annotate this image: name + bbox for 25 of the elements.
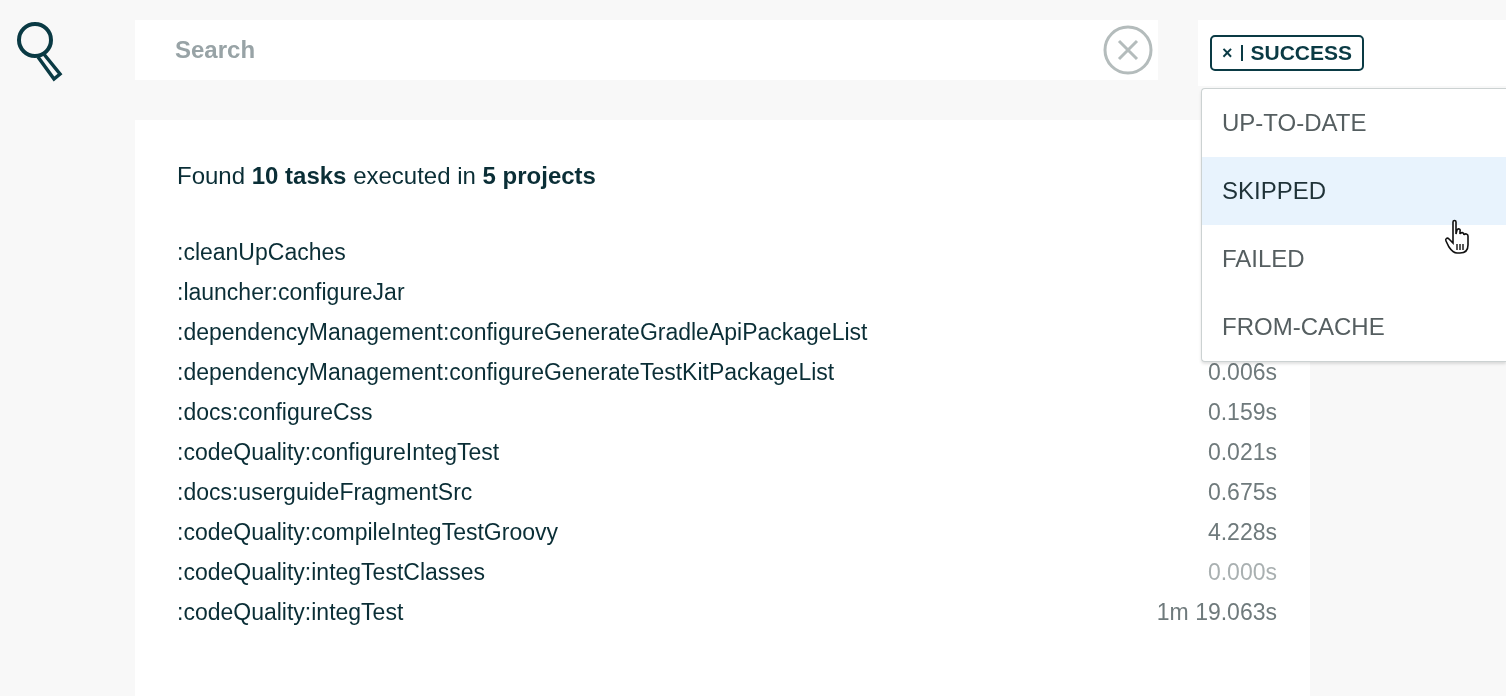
remove-tag-button[interactable]: × [1222, 42, 1233, 64]
task-name[interactable]: :codeQuality:integTest [177, 598, 404, 626]
dropdown-option[interactable]: UP-TO-DATE [1202, 89, 1506, 157]
task-name[interactable]: :docs:configureCss [177, 398, 373, 426]
task-name[interactable]: :codeQuality:configureIntegTest [177, 438, 500, 466]
task-name[interactable]: :cleanUpCaches [177, 238, 346, 266]
task-name[interactable]: :dependencyManagement:configureGenerateTestKitPackageList [177, 358, 835, 386]
task-name[interactable]: :docs:userguideFragmentSrc [177, 478, 473, 506]
task-duration: 1m 19.063s [1156, 598, 1277, 626]
dropdown-option[interactable]: FROM-CACHE [1202, 293, 1506, 361]
dropdown-option[interactable]: FAILED [1202, 225, 1506, 293]
task-duration: 4.228s [1207, 518, 1277, 546]
task-duration: 0.000s [1207, 558, 1277, 586]
task-duration: 0.675s [1207, 478, 1277, 506]
filter-tag[interactable]: × SUCCESS [1210, 35, 1365, 71]
task-name[interactable]: :codeQuality:compileIntegTestGroovy [177, 518, 558, 546]
task-name[interactable]: :codeQuality:integTestClasses [177, 558, 486, 586]
filter-field[interactable]: × SUCCESS [1198, 20, 1506, 86]
task-name[interactable]: :launcher:configureJar [177, 278, 405, 306]
task-name[interactable]: :dependencyManagement:configureGenerateGradleApiPackageList [177, 318, 868, 346]
dropdown-option[interactable]: SKIPPED [1202, 157, 1506, 225]
task-duration: 0.159s [1207, 398, 1277, 426]
task-duration: 0.006s [1207, 358, 1277, 386]
summary-text: Found 10 tasks executed in 5 projects [177, 162, 597, 190]
task-duration: 0.021s [1207, 438, 1277, 466]
